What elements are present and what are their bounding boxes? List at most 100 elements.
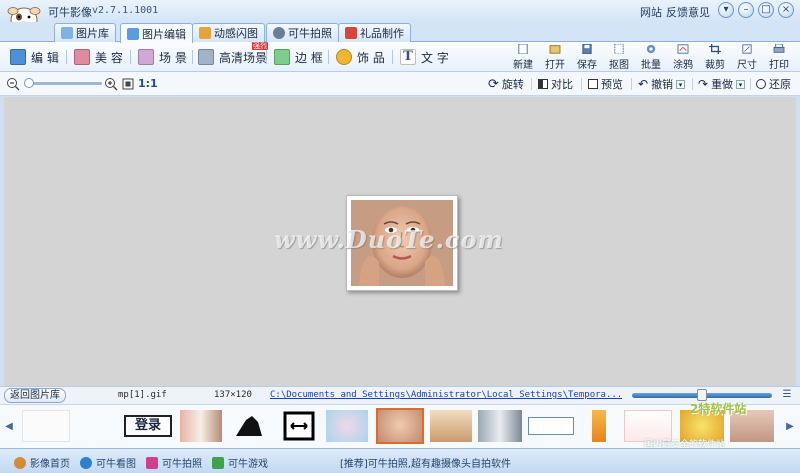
thumbnail-shoe[interactable]	[232, 410, 266, 442]
menu-button[interactable]: ▾	[718, 2, 734, 18]
tab-label: 图片库	[76, 27, 109, 40]
divider	[692, 78, 693, 90]
crop-icon	[709, 44, 721, 54]
minimize-button[interactable]: –	[738, 2, 754, 18]
thumbnail-size-slider[interactable]	[632, 389, 772, 401]
zoom-slider-knob[interactable]	[24, 78, 34, 88]
zoom-slider[interactable]	[24, 78, 102, 88]
undo-label: 撤销	[651, 78, 674, 91]
close-button[interactable]: ×	[778, 2, 794, 18]
actual-size-button[interactable]: 1:1	[138, 77, 158, 90]
thumbnail[interactable]	[528, 417, 574, 435]
divider	[631, 78, 632, 90]
hd-badge: 强烈	[252, 42, 268, 50]
edit-icon	[10, 49, 26, 65]
divider	[266, 50, 267, 64]
recommend-link[interactable]: [推荐]可牛拍照,超有趣摄像头自拍软件	[340, 455, 511, 470]
tab-image-edit[interactable]: 图片编辑	[120, 23, 193, 43]
website-link[interactable]: 网站	[640, 4, 662, 20]
divider	[531, 78, 532, 90]
fit-window-button[interactable]	[121, 76, 135, 92]
back-to-library-button[interactable]: 返回图片库	[4, 388, 66, 403]
camera-link[interactable]: 可牛拍照	[146, 455, 202, 470]
zoom-in-button[interactable]	[104, 76, 118, 92]
strip-menu-icon[interactable]: ☰	[780, 389, 794, 402]
resize-button[interactable]: 尺寸	[732, 43, 762, 71]
thumbnail-frame[interactable]	[282, 410, 316, 442]
tab-flash-image[interactable]: 动感闪图	[192, 23, 265, 42]
thumbnail[interactable]	[478, 410, 522, 442]
preview-label: 预览	[601, 78, 623, 91]
undo-icon: ↶	[638, 77, 649, 91]
rotate-icon: ⟳	[488, 76, 499, 92]
decor-button[interactable]: 饰 品	[336, 47, 385, 67]
zoom-bar: 1:1 ⟳ 旋转 对比 预览 ↶ 撤销 ▾ ↷ 重做 ▾ 还原	[0, 72, 800, 96]
open-button[interactable]: 打开	[540, 43, 570, 71]
frame-icon	[274, 49, 290, 65]
tab-gift[interactable]: 礼品制作	[338, 23, 411, 42]
image-edit-icon	[127, 27, 139, 40]
new-button[interactable]: 新建	[508, 43, 538, 71]
batch-button[interactable]: 批量	[636, 43, 666, 71]
thumbnail[interactable]	[430, 410, 472, 442]
feedback-link[interactable]: 反馈意见	[666, 4, 710, 20]
thumbnail[interactable]	[326, 410, 368, 442]
batch-icon	[646, 44, 656, 54]
flash-image-icon	[199, 27, 211, 39]
image-canvas[interactable]: www.DuoTe.com	[4, 97, 796, 386]
main-toolbar: 编 辑 美 容 场 景 高清场景 边 框 饰 品 T 文 字 新建 打开 保存	[0, 42, 800, 72]
rotate-button[interactable]: ⟳ 旋转	[488, 76, 524, 92]
save-button[interactable]: 保存	[572, 43, 602, 71]
hd-scene-icon	[198, 49, 214, 65]
zoom-out-button[interactable]	[6, 76, 20, 92]
scene-icon	[138, 49, 154, 65]
decor-label: 饰 品	[357, 50, 385, 65]
undo-dropdown-icon[interactable]: ▾	[676, 79, 686, 89]
redo-button[interactable]: ↷ 重做 ▾	[698, 76, 746, 92]
print-icon	[773, 44, 785, 53]
rotate-label: 旋转	[501, 78, 524, 91]
tab-webcam[interactable]: 可牛拍照	[266, 23, 339, 42]
print-button[interactable]: 打印	[764, 43, 794, 71]
zoom-out-icon	[7, 78, 20, 91]
game-link[interactable]: 可牛游戏	[212, 455, 268, 470]
strip-next-arrow-icon[interactable]: ▶	[784, 411, 796, 443]
frame-button[interactable]: 边 框	[274, 47, 323, 67]
beauty-icon	[74, 49, 90, 65]
file-path-link[interactable]: C:\Documents and Settings\Administrator\…	[270, 390, 622, 400]
thumbnail-selected[interactable]	[376, 408, 424, 444]
tab-label: 动感闪图	[214, 27, 258, 40]
preview-button[interactable]: 预览	[588, 76, 623, 92]
thumbnail[interactable]	[22, 410, 70, 442]
restore-icon	[756, 79, 766, 89]
beauty-button[interactable]: 美 容	[74, 47, 123, 67]
viewer-link[interactable]: 可牛看图	[80, 455, 136, 470]
home-link[interactable]: 影像首页	[14, 455, 70, 470]
cutout-button[interactable]: 抠图	[604, 43, 634, 71]
divider	[66, 50, 67, 64]
new-label: 新建	[513, 60, 533, 71]
edit-button[interactable]: 编 辑	[10, 47, 59, 67]
new-icon	[518, 44, 528, 54]
doodle-button[interactable]: 涂鸦	[668, 43, 698, 71]
text-button[interactable]: T 文 字	[400, 47, 449, 67]
maximize-button[interactable]: □	[758, 2, 774, 18]
restore-button[interactable]: 还原	[756, 76, 791, 92]
tab-image-library[interactable]: 图片库	[54, 23, 116, 42]
undo-button[interactable]: ↶ 撤销 ▾	[638, 76, 686, 92]
redo-icon: ↷	[698, 77, 709, 91]
batch-label: 批量	[641, 60, 661, 71]
redo-dropdown-icon[interactable]: ▾	[736, 79, 746, 89]
thumbnail[interactable]	[180, 410, 222, 442]
text-label: 文 字	[421, 50, 449, 65]
strip-prev-arrow-icon[interactable]: ◀	[3, 411, 15, 443]
divider	[581, 78, 582, 90]
tab-label: 可牛拍照	[288, 27, 332, 40]
compare-button[interactable]: 对比	[538, 76, 573, 92]
thumbnail[interactable]	[592, 410, 606, 442]
crop-button[interactable]: 裁剪	[700, 43, 730, 71]
scene-button[interactable]: 场 景	[138, 47, 187, 67]
thumbnail-login[interactable]: 登录	[124, 415, 172, 437]
hd-scene-button[interactable]: 高清场景	[198, 47, 267, 67]
game-label: 可牛游戏	[228, 459, 268, 470]
